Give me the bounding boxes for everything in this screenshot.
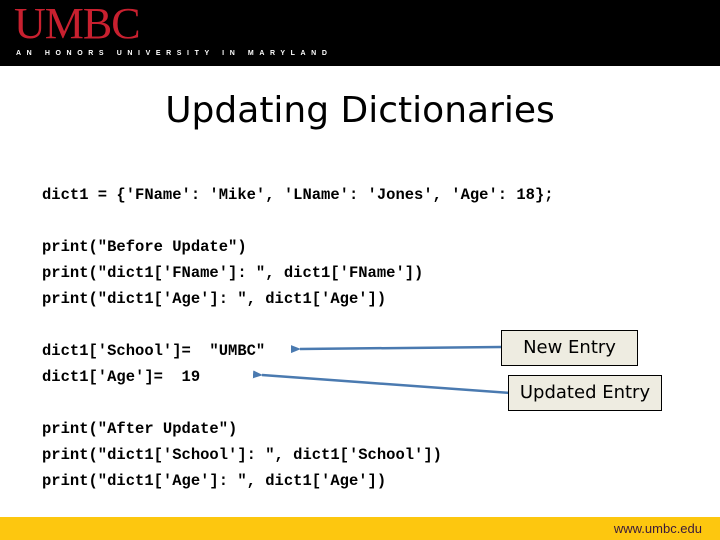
footer-url[interactable]: www.umbc.edu: [614, 520, 702, 538]
updated-entry-arrow: [252, 370, 511, 395]
new-entry-callout: New Entry: [501, 330, 638, 366]
arrows-layer: [252, 345, 511, 395]
footer-bar: www.umbc.edu: [0, 517, 720, 540]
updated-entry-callout: Updated Entry: [508, 375, 662, 411]
new-entry-arrow: [290, 345, 502, 354]
